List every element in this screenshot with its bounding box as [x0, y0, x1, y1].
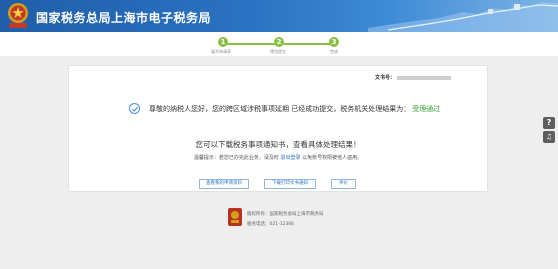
- download-notice-button[interactable]: 下载打印文书通知: [264, 179, 316, 189]
- site-title: 国家税务总局上海市电子税务局: [36, 11, 212, 25]
- document-number-label: 文书号：: [374, 75, 395, 81]
- step-2-dot: 2: [274, 37, 284, 47]
- step-3-dot: 3: [329, 37, 339, 47]
- download-prompt: 您可以下载税务事项通知书，查看具体处理结果！: [195, 140, 361, 149]
- step-3-label: 完成: [330, 49, 338, 54]
- step-2-label: 预览提交: [270, 49, 286, 54]
- tip-prefix: 温馨提示：若您已办完此业务，请及时: [193, 155, 279, 161]
- site-header: 国家税务总局上海市电子税务局: [0, 0, 558, 32]
- document-number-redacted: [397, 75, 451, 80]
- footer-copyright: 版权所有：国家税务总局上海市税务局: [247, 212, 324, 217]
- tip-suffix: 以免账号权限被他人盗用。: [302, 155, 363, 161]
- step-connector: [222, 43, 278, 45]
- evaluate-button[interactable]: 评价: [331, 179, 356, 189]
- logout-link[interactable]: 退出登录: [280, 155, 300, 161]
- progress-steps: 1 填写申请表 2 预览提交 3 完成: [0, 32, 558, 56]
- result-status: 受理通过: [412, 104, 441, 113]
- result-message: 尊敬的纳税人您好，您的跨区域涉税事项延期 已经成功提交，税务机关处理结果为： 受…: [129, 103, 440, 114]
- footer-tax-logo-icon: [228, 208, 242, 226]
- view-application-button[interactable]: 查看我的申请资料: [199, 179, 249, 189]
- step-connector: [282, 43, 334, 45]
- tax-emblem-icon: [8, 3, 28, 28]
- step-1-dot: 1: [218, 37, 228, 47]
- help-icon[interactable]: ?: [543, 117, 555, 129]
- great-wall-banner: [368, 2, 558, 32]
- result-card: 文书号： 尊敬的纳税人您好，您的跨区域涉税事项延期 已经成功提交，税务机关处理结…: [68, 65, 488, 192]
- result-message-text: 尊敬的纳税人您好，您的跨区域涉税事项延期 已经成功提交，税务机关处理结果为：: [149, 104, 411, 113]
- footer-phone: 服务电话：021-12366: [247, 222, 295, 227]
- security-tip: 温馨提示：若您已办完此业务，请及时 退出登录 以免账号权限被他人盗用。: [69, 154, 487, 161]
- headset-support-icon[interactable]: ♫: [543, 131, 555, 143]
- success-check-icon: [129, 103, 140, 114]
- document-number: 文书号：: [375, 74, 451, 81]
- step-1-label: 填写申请表: [211, 49, 231, 54]
